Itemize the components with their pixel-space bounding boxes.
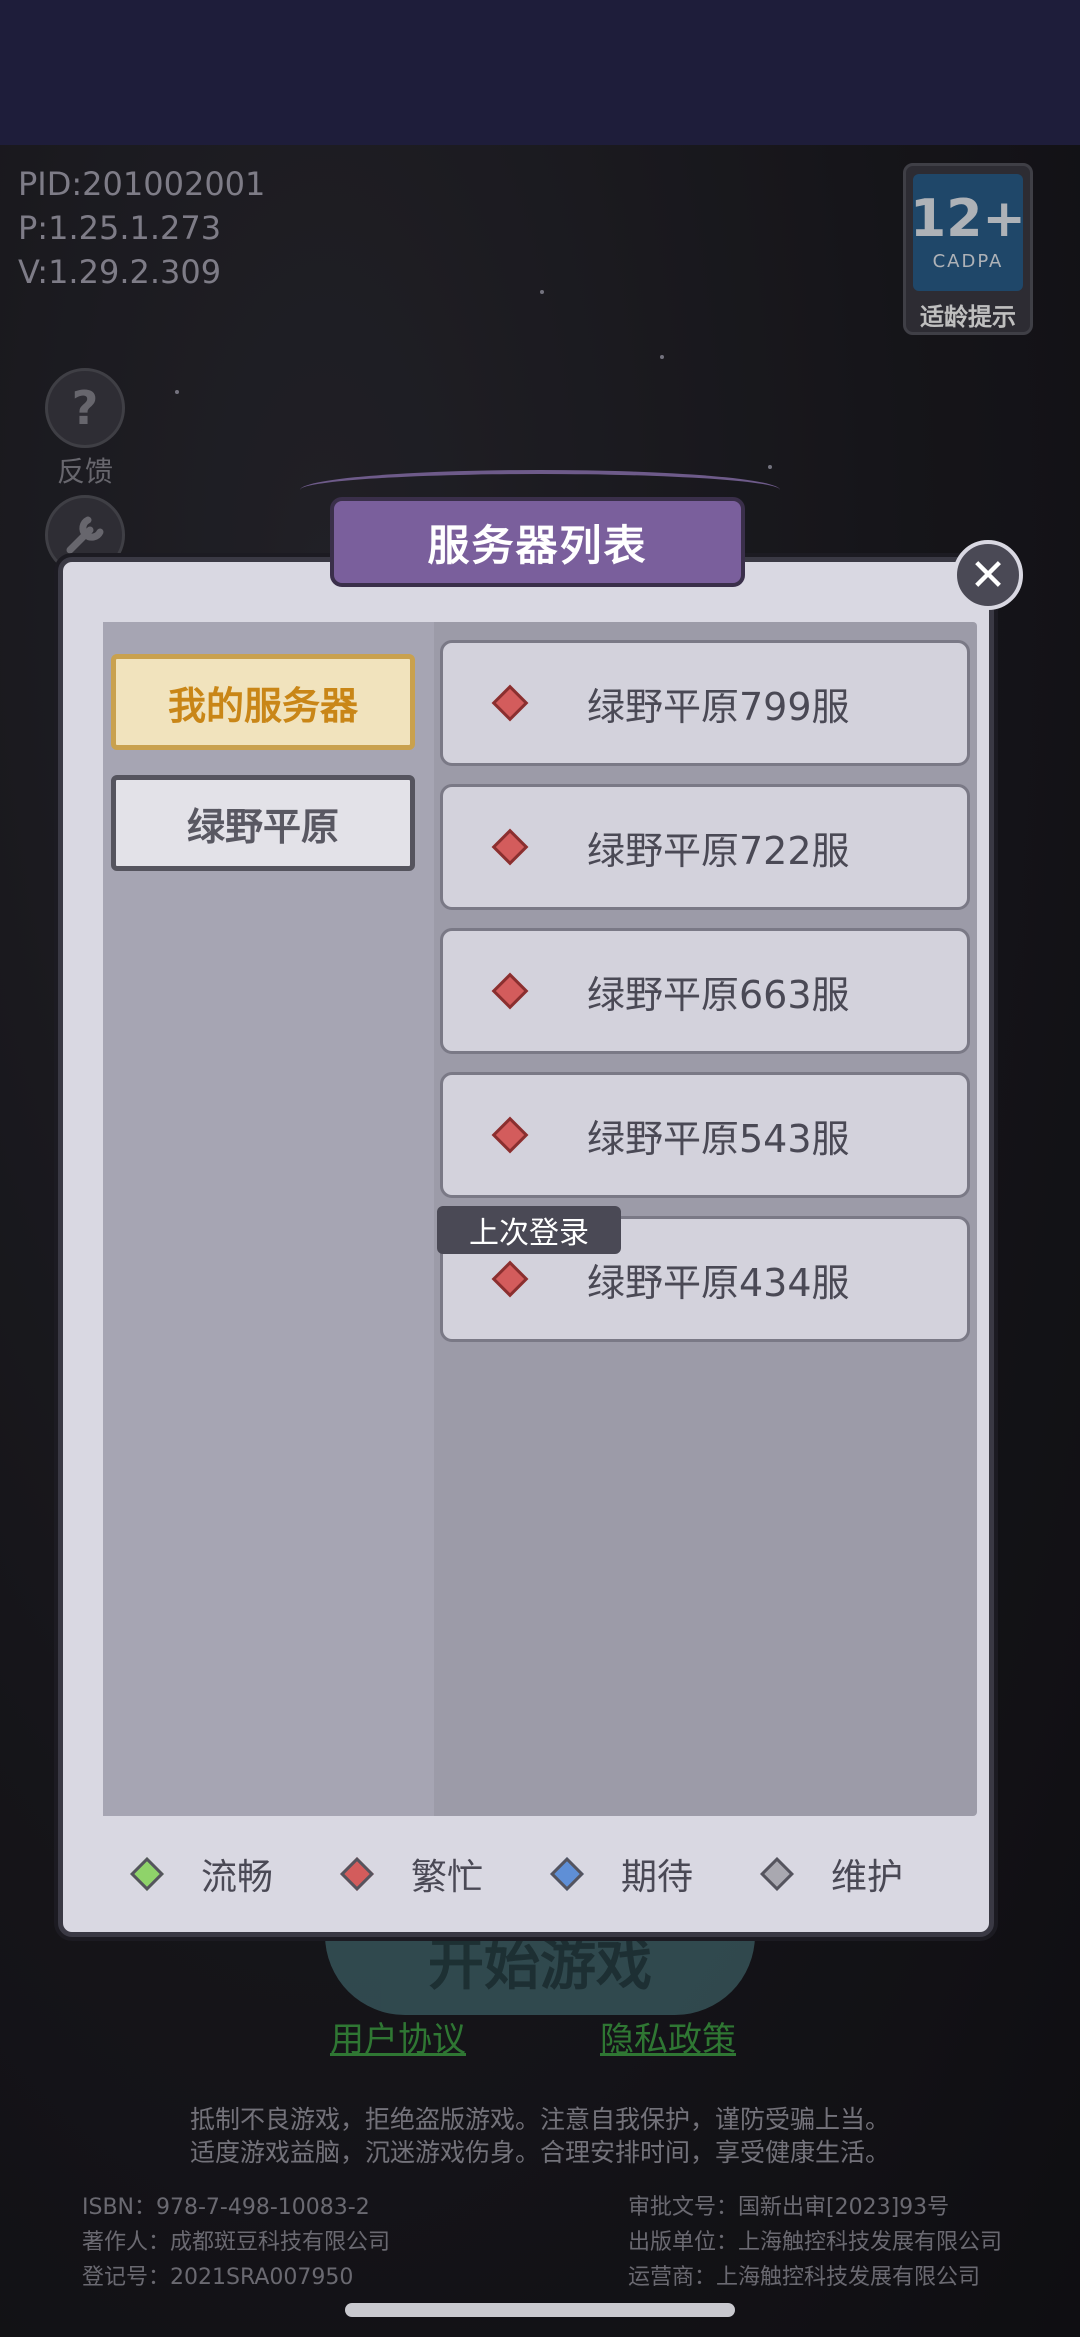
status-smooth-icon <box>130 1857 164 1891</box>
status-busy-icon <box>340 1857 374 1891</box>
status-legend: 流畅 繁忙 期待 维护 <box>63 1834 989 1914</box>
server-row[interactable]: 绿野平原543服 <box>440 1072 970 1198</box>
server-row[interactable]: 绿野平原722服 <box>440 784 970 910</box>
server-row[interactable]: 绿野平原799服 <box>440 640 970 766</box>
server-name: 绿野平原543服 <box>587 1116 850 1161</box>
status-maintenance-icon <box>760 1857 794 1891</box>
top-bar <box>0 0 1080 145</box>
legend-label: 繁忙 <box>411 1857 484 1898</box>
last-login-tag: 上次登录 <box>437 1206 621 1254</box>
category-my-servers[interactable]: 我的服务器 <box>111 654 415 750</box>
legend-smooth: 流畅 <box>130 1848 274 1900</box>
legend-label: 流畅 <box>201 1857 274 1898</box>
status-busy-icon <box>491 1260 529 1298</box>
server-name: 绿野平原799服 <box>587 684 850 729</box>
server-name: 绿野平原663服 <box>587 972 850 1017</box>
legend-busy: 繁忙 <box>340 1848 484 1900</box>
close-button[interactable]: ✕ <box>953 540 1023 610</box>
legend-expected: 期待 <box>550 1848 694 1900</box>
home-indicator[interactable] <box>345 2303 735 2317</box>
status-busy-icon <box>491 972 529 1010</box>
status-busy-icon <box>491 1116 529 1154</box>
legend-label: 维护 <box>831 1857 904 1898</box>
server-row[interactable]: 绿野平原663服 <box>440 928 970 1054</box>
server-name: 绿野平原434服 <box>587 1260 850 1305</box>
legend-label: 期待 <box>621 1857 694 1898</box>
status-expected-icon <box>550 1857 584 1891</box>
dialog-title: 服务器列表 <box>330 497 745 587</box>
category-green-plains[interactable]: 绿野平原 <box>111 775 415 871</box>
legend-maintenance: 维护 <box>760 1848 904 1900</box>
status-busy-icon <box>491 828 529 866</box>
status-busy-icon <box>491 684 529 722</box>
server-name: 绿野平原722服 <box>587 828 850 873</box>
